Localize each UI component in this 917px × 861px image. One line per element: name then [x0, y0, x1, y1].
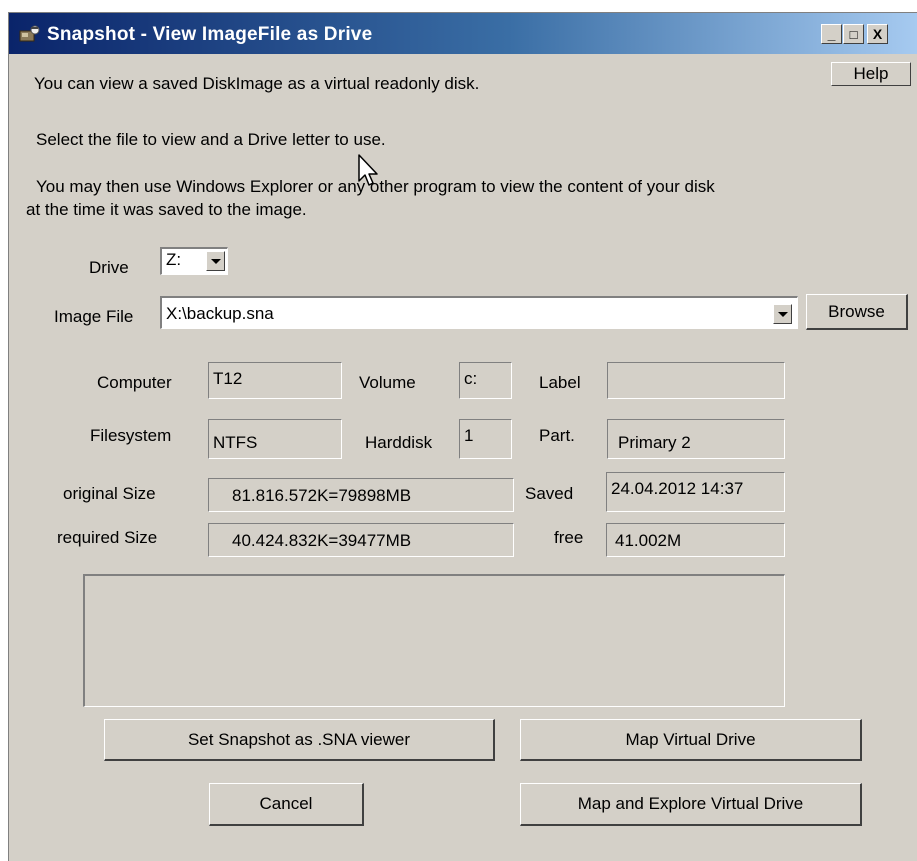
map-explore-button[interactable]: Map and Explore Virtual Drive — [520, 783, 862, 826]
saved-label: Saved — [525, 484, 574, 503]
cancel-button[interactable]: Cancel — [209, 783, 364, 826]
map-virtual-drive-button[interactable]: Map Virtual Drive — [520, 719, 862, 761]
mouse-pointer-icon — [358, 154, 378, 186]
window-title: Snapshot - View ImageFile as Drive — [47, 24, 373, 45]
close-button[interactable]: X — [867, 24, 888, 44]
drive-label: Drive — [89, 258, 129, 277]
image-file-combo[interactable]: X:\backup.sna — [160, 296, 798, 329]
image-file-label: Image File — [54, 307, 134, 326]
free-field: 41.002M — [606, 523, 785, 557]
browse-button[interactable]: Browse — [806, 294, 908, 330]
filesystem-field: NTFS — [208, 419, 342, 459]
drive-select-value: Z: — [166, 250, 182, 269]
image-file-dropdown-icon[interactable] — [773, 304, 792, 324]
title-bar[interactable]: Snapshot - View ImageFile as Drive _ □ X — [9, 13, 917, 54]
image-file-value: X:\backup.sna — [166, 304, 274, 323]
volume-label: Volume — [359, 373, 416, 392]
original-size-field: 81.816.572K=79898MB — [208, 478, 514, 512]
part-label: Part. — [539, 426, 575, 445]
required-size-field: 40.424.832K=39477MB — [208, 523, 514, 557]
minimize-button[interactable]: _ — [821, 24, 842, 44]
filesystem-label: Filesystem — [90, 426, 172, 445]
label-label: Label — [539, 373, 581, 392]
harddisk-field: 1 — [459, 419, 512, 459]
required-size-label: required Size — [57, 528, 158, 547]
instruction-line-1: You can view a saved DiskImage as a virt… — [34, 74, 480, 93]
volume-field: c: — [459, 362, 512, 399]
part-field: Primary 2 — [607, 419, 785, 459]
harddisk-label: Harddisk — [365, 433, 433, 452]
help-button[interactable]: Help — [831, 62, 911, 86]
original-size-label: original Size — [63, 484, 156, 503]
app-icon — [19, 25, 40, 42]
computer-label: Computer — [97, 373, 172, 392]
status-area — [83, 574, 785, 707]
drive-select[interactable]: Z: — [160, 247, 228, 275]
instruction-line-3b: at the time it was saved to the image. — [26, 200, 307, 219]
drive-dropdown-icon[interactable] — [206, 251, 225, 271]
set-sna-viewer-button[interactable]: Set Snapshot as .SNA viewer — [104, 719, 495, 761]
instruction-line-2: Select the file to view and a Drive lett… — [36, 130, 386, 149]
maximize-button[interactable]: □ — [843, 24, 864, 44]
label-field — [607, 362, 785, 399]
computer-field: T12 — [208, 362, 342, 399]
saved-field: 24.04.2012 14:37 — [606, 472, 785, 512]
snapshot-window: Snapshot - View ImageFile as Drive _ □ X… — [8, 12, 917, 861]
free-label: free — [554, 528, 584, 547]
